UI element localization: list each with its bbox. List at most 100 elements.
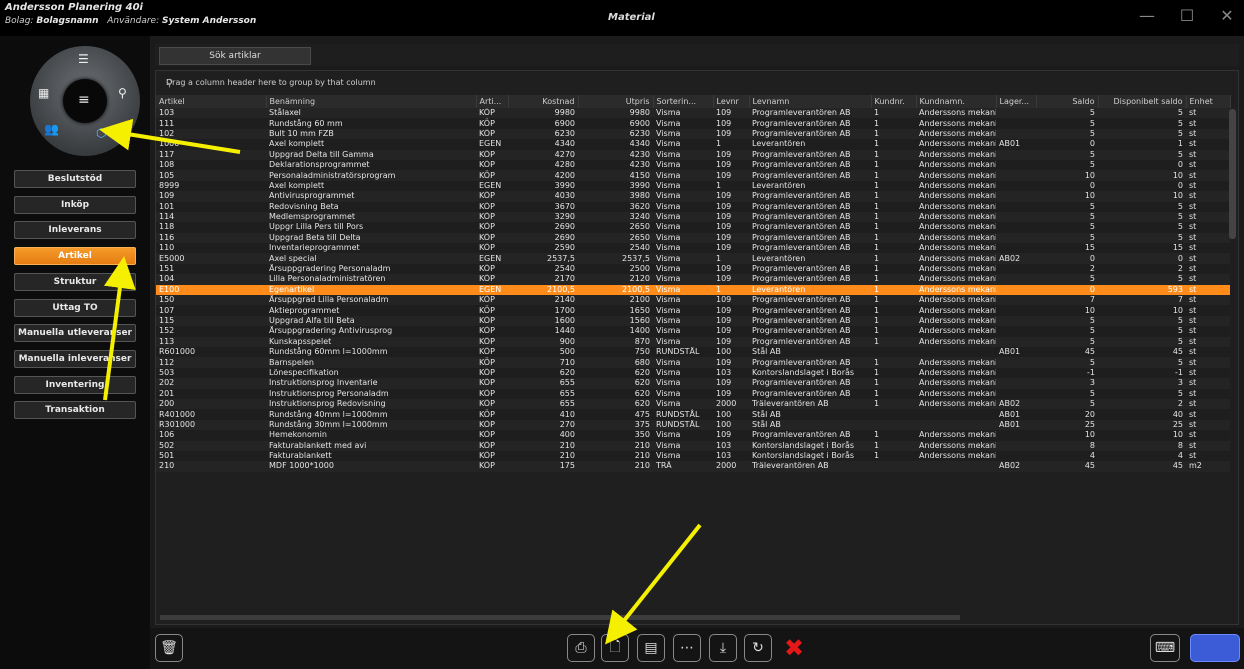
table-cell: Anderssons mekanis... [916,284,996,296]
calculator-icon[interactable]: ▦ [38,86,49,100]
users-icon[interactable]: 👥 [44,122,59,136]
sidebar-item-uttag-to[interactable]: Uttag TO [14,298,136,317]
table-row[interactable]: 115 Uppgrad Alfa till Beta KÖP 1600 1560 Vism… [156,315,1230,327]
table-row[interactable]: 116 Uppgrad Beta till Delta KÖP 2690 2650 Vis… [156,232,1230,244]
table-row[interactable]: 1000 Axel komplett EGEN 4340 4340 Visma 1 Lever… [156,139,1230,150]
table-cell: 0 [1098,159,1186,171]
table-cell: Anderssons mekanis... [916,159,996,171]
close-icon[interactable]: ✕ [1218,6,1236,25]
table-row[interactable]: 106 Hemekonomin KÖP 400 350 Visma 109 Programle… [156,430,1230,441]
table-row[interactable]: 104 Lilla Personaladministratören KÖP 2170 2… [156,274,1230,285]
table-row[interactable]: 108 Deklarationsprogrammet KÖP 4280 4230 Vism… [156,159,1230,171]
table-row[interactable]: 110 Inventarieprogrammet KÖP 2590 2540 Visma 1… [156,243,1230,254]
column-header[interactable]: Utpris [578,95,654,108]
column-header[interactable]: Kostnad [508,95,579,108]
vertical-scrollbar[interactable] [1229,109,1236,239]
column-header[interactable]: Saldo [1036,95,1099,108]
sidebar-item-artikel[interactable]: Artikel [14,247,136,266]
table-row[interactable]: 201 Instruktionsprog Personaladm KÖP 655 620… [156,388,1230,399]
refresh-button[interactable]: ↻ [744,634,772,662]
column-header[interactable]: Enhet [1186,95,1231,108]
table-row[interactable]: 105 Personaladministratörsprogram KÖP 4200 4… [156,170,1230,181]
table-row[interactable]: 210 MDF 1000*1000 KÖP 175 210 TRÄ 2000 Trälever… [156,461,1230,472]
table-cell: Rundstång 40mm l=1000mm [266,409,476,420]
table-row[interactable]: R401000 Rundstång 40mm l=1000mm KÖP 410 475 R… [156,409,1230,420]
table-row[interactable]: 152 Årsuppgradering Antivirusprog KÖP 1440 1… [156,326,1230,337]
table-row[interactable]: 114 Medlemsprogrammet KÖP 3290 3240 Visma 109 P… [156,211,1230,223]
column-header[interactable]: Disponibelt saldo [1098,95,1187,108]
table-row[interactable]: 112 Barnspelen KÖP 710 680 Visma 109 Programlev… [156,357,1230,368]
sidebar-item-struktur[interactable]: Struktur [14,272,136,291]
column-header[interactable]: Levnr [713,95,750,108]
column-header[interactable]: Artikel [156,95,267,108]
table-row[interactable]: 151 Årsuppgradering Personaladm KÖP 2540 250… [156,263,1230,275]
table-row[interactable]: 503 Lönespecifikation KÖP 620 620 Visma 103 Kon… [156,367,1230,379]
more-button[interactable]: ⋯ [673,634,701,662]
table-cell: 680 [578,357,653,368]
column-header[interactable]: Sorterin... [653,95,714,108]
table-row[interactable]: 118 Uppgr Lilla Pers till Pors KÖP 2690 2650… [156,222,1230,233]
table-row[interactable]: E100 Egenartikel EGEN 2100,5 2100,5 Visma 1 Lev… [156,284,1230,296]
table-row[interactable]: 103 Stålaxel KÖP 9980 9980 Visma 109 Programlev… [156,108,1230,119]
table-cell: 15 [1036,243,1098,254]
minimize-icon[interactable]: — [1138,6,1156,25]
sidebar-item-manuella-inleveranser[interactable]: Manuella inleveranser [14,349,136,368]
search-people-icon[interactable]: ⚲ [118,86,127,100]
table-row[interactable]: 150 Årsuppgrad Lilla Personaladm KÖP 2140 21… [156,295,1230,306]
table-cell: 1440 [508,326,578,337]
table-cell: KÖP [476,378,508,389]
user-badge[interactable] [1190,634,1240,662]
new-document-button[interactable]: 🗋 [601,634,629,662]
column-header[interactable]: Levnamn [749,95,872,108]
sidebar-item-transaktion[interactable]: Transaktion [14,401,136,420]
table-cell: 0 [1036,253,1098,264]
document-button[interactable]: ▤ [637,634,665,662]
sidebar-item-inköp[interactable]: Inköp [14,195,136,214]
table-row[interactable]: E5000 Axel special EGEN 2537,5 2537,5 Visma 1 L… [156,253,1230,264]
keyboard-button[interactable]: ⌨ [1150,634,1180,662]
table-row[interactable]: 101 Redovisning Beta KÖP 3670 3620 Visma 109 Pr… [156,201,1230,212]
export-button[interactable]: ⤓ [709,634,737,662]
sidebar-item-beslutstöd[interactable]: Beslutstöd [14,170,136,188]
maximize-icon[interactable]: ☐ [1178,6,1196,25]
menu-button[interactable]: ≡ [63,79,107,123]
horizontal-scrollbar[interactable] [160,615,960,620]
table-row[interactable]: 111 Rundstång 60 mm KÖP 6900 6900 Visma 109 Pro… [156,118,1230,129]
table-row[interactable]: 8999 Axel komplett EGEN 3990 3990 Visma 1 Lever… [156,180,1230,192]
table-cell: 101 [156,201,266,212]
column-header[interactable]: Benämning [266,95,477,108]
table-row[interactable]: 113 Kunskapsspelet KÖP 900 870 Visma 109 Progra… [156,336,1230,347]
column-header[interactable]: Kundnr. [871,95,917,108]
sidebar-item-manuella-utleveranser[interactable]: Manuella utleveranser [14,324,136,343]
table-row[interactable]: R601000 Rundstång 60mm l=1000mm KÖP 500 750 R… [156,346,1230,358]
group-panel[interactable]: Drag a column header here to group by th… [156,71,1238,93]
column-header[interactable]: Lager... [996,95,1037,108]
column-header[interactable]: Kundnamn. [916,95,997,108]
table-cell [996,222,1036,233]
table-cell: 2650 [578,232,653,244]
search-articles-button[interactable]: Sök artiklar [159,47,311,65]
table-row[interactable]: 107 Aktieprogrammet KÖP 1700 1650 Visma 109 Pro… [156,305,1230,316]
table-cell: 1 [871,170,916,181]
sidebar-item-inventering[interactable]: Inventering [14,375,136,394]
delete-button[interactable]: 🗑 [155,634,183,662]
table-row[interactable]: 501 Fakturablankett KÖP 210 210 Visma 103 Konto… [156,450,1230,462]
table-row[interactable]: 202 Instruktionsprog Inventarie KÖP 655 620 V… [156,378,1230,389]
print-button[interactable]: ⎙ [567,634,595,662]
table-cell: st [1186,398,1230,410]
table-cell: st [1186,440,1230,451]
sidebar-item-inleverans[interactable]: Inleverans [14,221,136,240]
table-cell: 210 [156,461,266,472]
table-row[interactable]: 200 Instruktionsprog Redovisning KÖP 655 620… [156,398,1230,410]
column-header[interactable]: Arti... [476,95,509,108]
table-row[interactable]: R301000 Rundstång 30mm l=1000mm KÖP 270 375 R… [156,419,1230,431]
table-row[interactable]: 502 Fakturablankett med avi KÖP 210 210 Visma… [156,440,1230,451]
table-cell: Visma [653,243,713,254]
table-row[interactable]: 117 Uppgrad Delta till Gamma KÖP 4270 4230 Vi… [156,149,1230,160]
cancel-button[interactable]: ✖ [780,634,808,662]
table-row[interactable]: 102 Bult 10 mm FZB KÖP 6230 6230 Visma 109 Prog… [156,128,1230,140]
list-icon[interactable]: ☰ [78,52,89,66]
table-row[interactable]: 109 Antivirusprogrammet KÖP 4030 3980 Visma 10… [156,191,1230,202]
cube-icon[interactable]: ⬡ [96,126,106,140]
grid-search-icon[interactable]: ⚲ [166,78,1234,89]
